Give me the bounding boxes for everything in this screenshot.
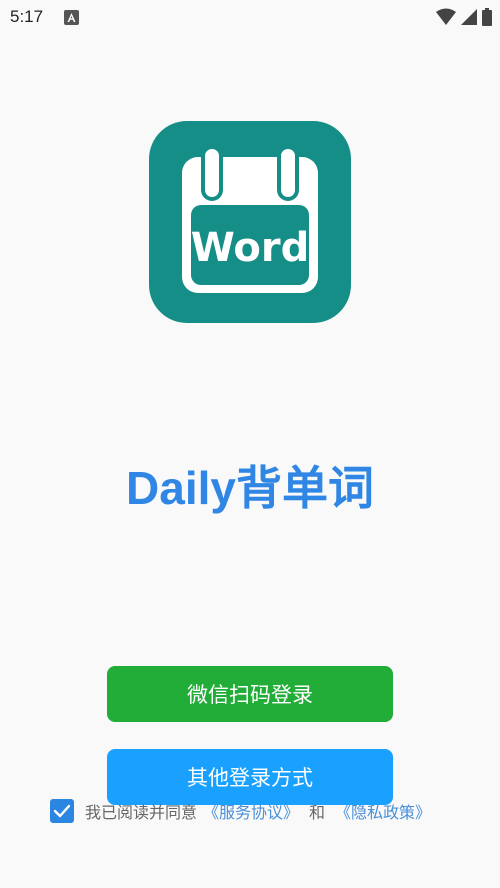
agreement-prefix: 我已阅读并同意 [85,803,198,822]
agreement-row: 我已阅读并同意 《服务协议》 和 《隐私政策》 [50,798,431,824]
agreement-and: 和 [309,803,326,822]
login-screen: 5:17 Word Daily背单词 微信扫码登录 其他登录方式 我已阅读并同意… [0,0,500,888]
notification-a-icon [64,10,79,25]
battery-icon [482,8,492,30]
calendar-icon [182,145,318,293]
checkmark-icon [53,804,71,818]
logo-text: Word [190,225,310,271]
wifi-icon [436,8,456,30]
app-title: Daily背单词 [126,462,374,514]
wechat-scan-login-button[interactable]: 微信扫码登录 [107,666,393,722]
privacy-policy-link[interactable]: 《隐私政策》 [335,799,431,823]
agreement-checkbox[interactable] [50,799,74,823]
status-bar: 5:17 [0,0,500,36]
app-logo: Word [149,121,351,323]
status-icons [436,8,492,30]
service-agreement-link[interactable]: 《服务协议》 [203,799,299,823]
other-login-button[interactable]: 其他登录方式 [107,749,393,805]
signal-icon [460,8,478,30]
status-time: 5:17 [10,7,44,26]
